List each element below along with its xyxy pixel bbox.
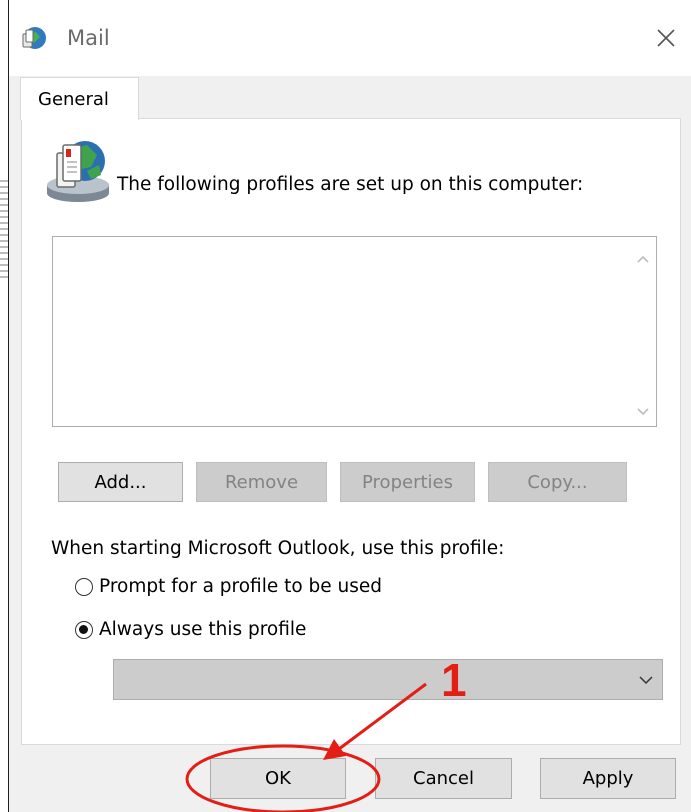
add-button[interactable]: Add... bbox=[58, 462, 183, 502]
tab-general-label: General bbox=[38, 89, 109, 110]
window-title: Mail bbox=[67, 26, 110, 50]
profiles-list-scrollbar[interactable] bbox=[630, 237, 656, 426]
radio-prompt-profile-label: Prompt for a profile to be used bbox=[99, 576, 383, 597]
close-icon bbox=[657, 29, 675, 47]
remove-button[interactable]: Remove bbox=[196, 462, 327, 502]
radio-prompt-profile[interactable]: Prompt for a profile to be used bbox=[75, 576, 382, 597]
profiles-list[interactable] bbox=[52, 236, 657, 427]
properties-button[interactable]: Properties bbox=[340, 462, 475, 502]
radio-always-use-profile[interactable]: Always use this profile bbox=[75, 619, 306, 640]
mail-profiles-icon bbox=[47, 141, 109, 202]
tab-general[interactable]: General bbox=[20, 77, 139, 120]
profiles-heading: The following profiles are set up on thi… bbox=[117, 174, 584, 195]
apply-button[interactable]: Apply bbox=[540, 758, 676, 799]
copy-button[interactable]: Copy... bbox=[488, 462, 627, 502]
radio-prompt-profile-circle[interactable] bbox=[75, 577, 93, 596]
background-window-edge bbox=[0, 0, 9, 812]
radio-always-use-profile-label: Always use this profile bbox=[99, 619, 307, 640]
startup-profile-label: When starting Microsoft Outlook, use thi… bbox=[51, 538, 505, 559]
step-number: 1 bbox=[441, 654, 467, 706]
chevron-down-icon bbox=[639, 676, 653, 685]
radio-always-use-profile-circle[interactable] bbox=[75, 620, 93, 639]
scroll-down-icon[interactable] bbox=[630, 400, 656, 424]
mail-app-icon bbox=[22, 27, 46, 49]
close-button[interactable] bbox=[650, 22, 682, 54]
scroll-up-icon[interactable] bbox=[630, 247, 656, 271]
mail-dialog: Mail General The following profiles are … bbox=[9, 0, 691, 812]
background-dotted-divider bbox=[0, 180, 8, 280]
profile-select[interactable] bbox=[113, 659, 663, 700]
ok-button[interactable]: OK bbox=[210, 758, 346, 799]
cancel-button[interactable]: Cancel bbox=[375, 758, 512, 799]
title-bar: Mail bbox=[9, 0, 691, 76]
general-tab-panel: The following profiles are set up on thi… bbox=[21, 118, 681, 745]
